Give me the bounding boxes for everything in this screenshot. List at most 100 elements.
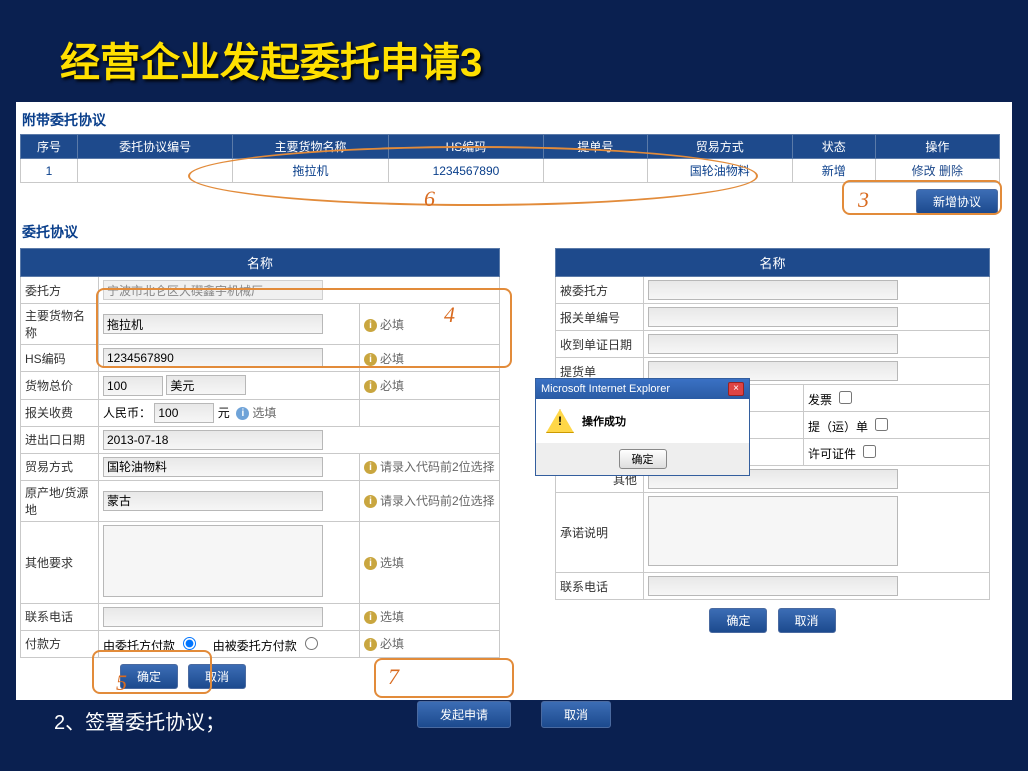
lbl-phone: 联系电话: [21, 603, 99, 630]
pay-opt2-label: 由被委托方付款: [213, 639, 297, 653]
cb-1b-label: 发票: [808, 393, 832, 407]
cb-1b[interactable]: [839, 391, 852, 404]
cell-bill: [544, 159, 648, 183]
info-icon: i: [364, 353, 377, 366]
cell-protono: [77, 159, 232, 183]
cell-trade: 国轮油物料: [647, 159, 792, 183]
cell-hs: 1234567890: [388, 159, 543, 183]
info-icon: i: [364, 380, 377, 393]
info-icon: i: [364, 557, 377, 570]
lbl-pay: 付款方: [21, 630, 99, 657]
left-header: 名称: [21, 249, 500, 277]
lbl-right-phone: 联系电话: [556, 573, 644, 600]
th-bill: 提单号: [544, 135, 648, 159]
dialog-title-text: Microsoft Internet Explorer: [541, 383, 670, 395]
lbl-entrust: 委托方: [21, 277, 99, 304]
lbl-beientrust: 被委托方: [556, 277, 644, 304]
th-seq: 序号: [21, 135, 78, 159]
slide-title: 经营企业发起委托申请3: [0, 0, 1028, 94]
promise-textarea[interactable]: [648, 496, 898, 566]
annotation-5: 5: [116, 670, 127, 696]
th-op: 操作: [875, 135, 999, 159]
info-icon: i: [364, 495, 377, 508]
th-status: 状态: [792, 135, 875, 159]
add-protocol-button[interactable]: 新增协议: [916, 189, 998, 214]
lbl-fee: 报关收费: [21, 399, 99, 426]
table-row: 1 拖拉机 1234567890 国轮油物料 新增 修改 删除: [21, 159, 1000, 183]
section-protocol-label: 委托协议: [22, 222, 1012, 242]
annotation-7: 7: [388, 664, 399, 690]
lbl-origin: 原产地/货源地: [21, 480, 99, 521]
fee-unit: 元: [218, 406, 230, 420]
fee-prefix: 人民币：: [103, 406, 151, 420]
right-header: 名称: [556, 249, 990, 277]
lbl-date: 进出口日期: [21, 426, 99, 453]
hint-optional: 选填: [380, 556, 404, 570]
info-icon: i: [236, 407, 249, 420]
info-icon: i: [364, 319, 377, 332]
hint-optional: 选填: [380, 610, 404, 624]
info-icon: i: [364, 638, 377, 651]
left-ok-button[interactable]: 确定: [120, 664, 178, 689]
lbl-other: 其他要求: [21, 521, 99, 603]
beientrust-input[interactable]: [648, 280, 898, 300]
annotation-4: 4: [444, 302, 455, 328]
declno-input[interactable]: [648, 307, 898, 327]
th-hs: HS编码: [388, 135, 543, 159]
origin-input[interactable]: [103, 491, 323, 511]
right-ok-button[interactable]: 确定: [709, 608, 767, 633]
hs-input[interactable]: [103, 348, 323, 368]
delete-link[interactable]: 删除: [939, 164, 963, 178]
cb-2b-label: 提（运）单: [808, 420, 868, 434]
annotation-6: 6: [424, 186, 435, 212]
edit-link[interactable]: 修改: [912, 164, 936, 178]
annotation-3: 3: [858, 187, 869, 213]
recvdate-input[interactable]: [648, 334, 898, 354]
total-input[interactable]: [103, 376, 163, 396]
pay-opt2-radio[interactable]: [305, 637, 318, 650]
lbl-recvdate: 收到单证日期: [556, 331, 644, 358]
right-cancel-button[interactable]: 取消: [778, 608, 836, 633]
lbl-total: 货物总价: [21, 372, 99, 400]
form-area: 附带委托协议 序号 委托协议编号 主要货物名称 HS编码 提单号 贸易方式 状态…: [16, 102, 1012, 700]
trade-input[interactable]: [103, 457, 323, 477]
protocol-table: 序号 委托协议编号 主要货物名称 HS编码 提单号 贸易方式 状态 操作 1 拖…: [20, 134, 1000, 183]
hint-required: 必填: [380, 352, 404, 366]
th-goods: 主要货物名称: [233, 135, 388, 159]
left-cancel-button[interactable]: 取消: [188, 664, 246, 689]
dialog-close-button[interactable]: ×: [728, 382, 744, 396]
hint-code2: 请录入代码前2位选择: [380, 460, 495, 474]
section-attached-label: 附带委托协议: [22, 110, 1012, 130]
pay-opt1-radio[interactable]: [183, 637, 196, 650]
submit-button[interactable]: 发起申请: [417, 701, 511, 728]
cell-status: 新增: [792, 159, 875, 183]
other-textarea[interactable]: [103, 525, 323, 597]
right-phone-input[interactable]: [648, 576, 898, 596]
dialog-message: 操作成功: [582, 413, 626, 429]
bottom-cancel-button[interactable]: 取消: [541, 701, 611, 728]
pay-opt1-label: 由委托方付款: [103, 639, 175, 653]
hint-required: 必填: [380, 379, 404, 393]
hint-optional: 选填: [252, 406, 276, 420]
th-protono: 委托协议编号: [77, 135, 232, 159]
lbl-trade: 贸易方式: [21, 453, 99, 480]
hint-required: 必填: [380, 637, 404, 651]
cb-3b[interactable]: [863, 445, 876, 458]
hint-required: 必填: [380, 318, 404, 332]
cell-seq: 1: [21, 159, 78, 183]
lbl-goods: 主要货物名称: [21, 304, 99, 345]
fee-input[interactable]: [154, 403, 214, 423]
phone-input[interactable]: [103, 607, 323, 627]
ie-dialog: Microsoft Internet Explorer × 操作成功 确定: [535, 378, 750, 476]
th-trade: 贸易方式: [647, 135, 792, 159]
info-icon: i: [364, 611, 377, 624]
cb-3b-label: 许可证件: [808, 447, 856, 461]
left-panel: 名称 委托方 主要货物名称 i必填 HS编码 i必填 货物总价: [20, 248, 500, 695]
currency-input[interactable]: [166, 375, 246, 395]
date-input[interactable]: [103, 430, 323, 450]
goods-input[interactable]: [103, 314, 323, 334]
cell-goods: 拖拉机: [233, 159, 388, 183]
warning-icon: [546, 409, 574, 433]
cb-2b[interactable]: [875, 418, 888, 431]
dialog-ok-button[interactable]: 确定: [619, 449, 667, 469]
